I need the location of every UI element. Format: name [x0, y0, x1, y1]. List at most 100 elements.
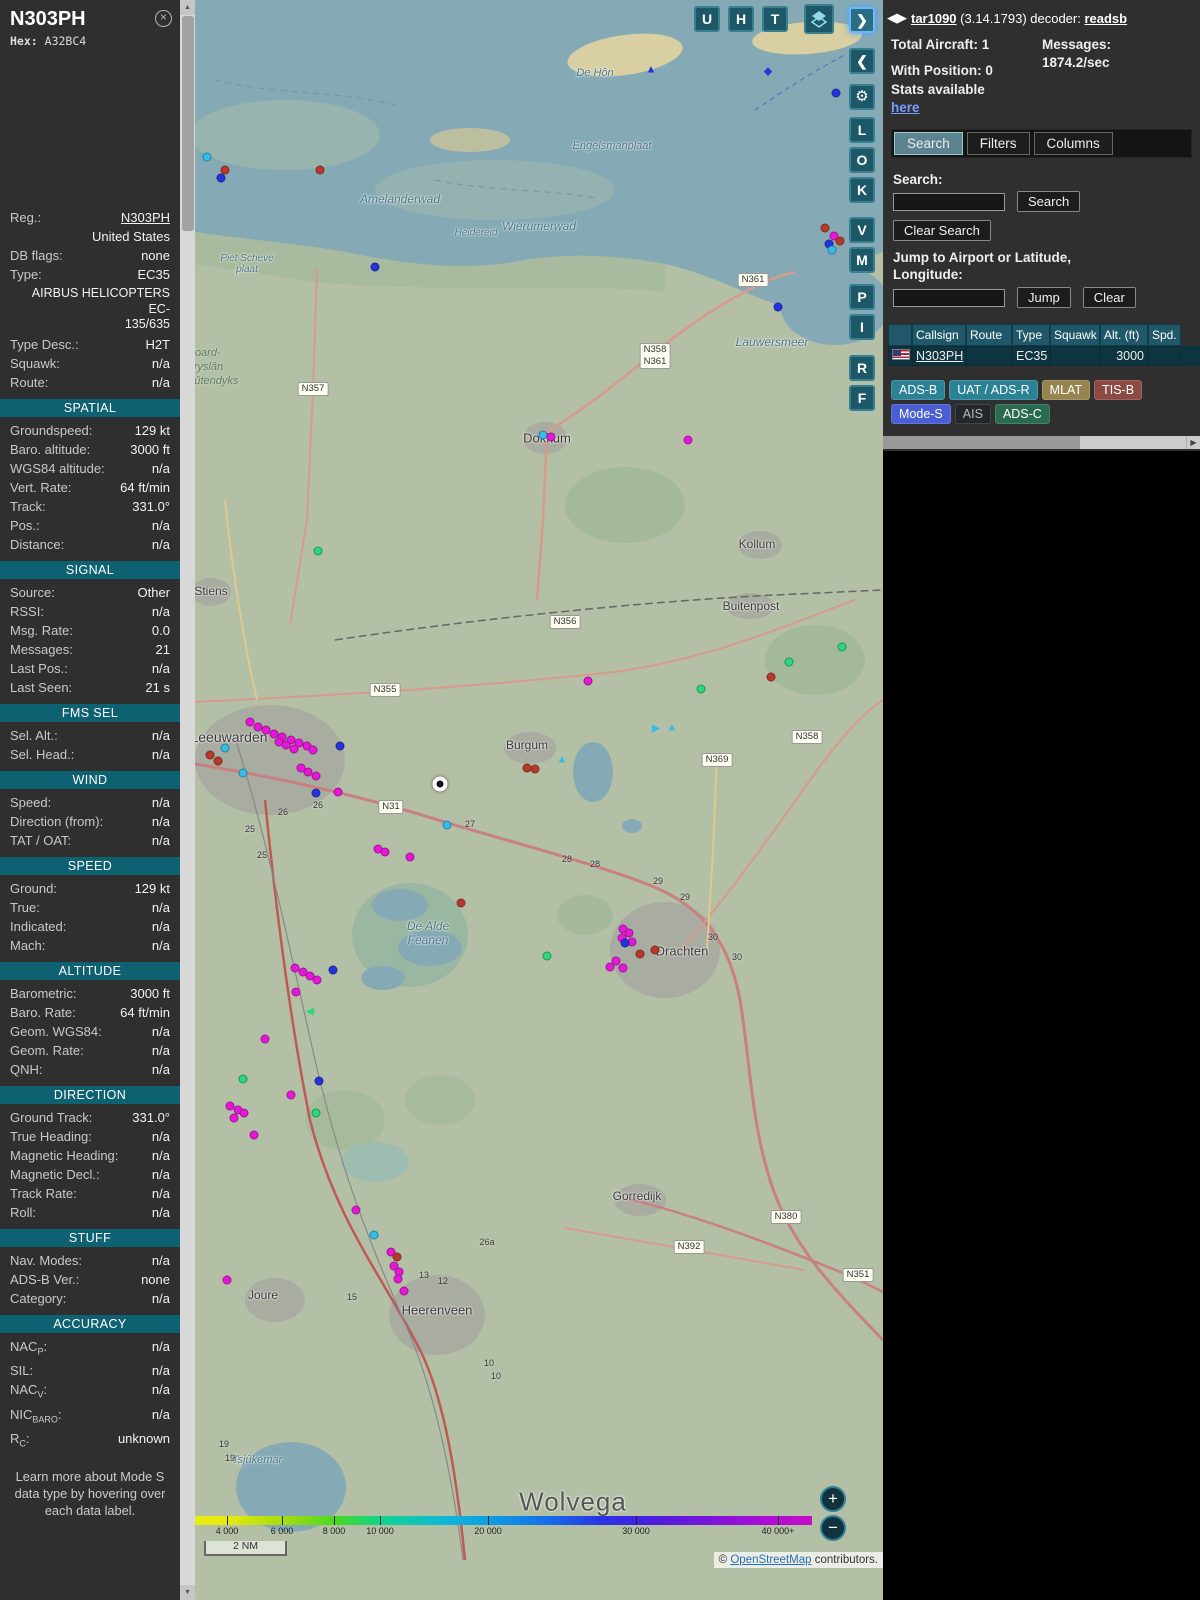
column-header-spd[interactable]: Spd.: [1148, 324, 1181, 346]
stats-here-link[interactable]: here: [891, 99, 1042, 117]
column-header-squawk[interactable]: Squawk: [1050, 324, 1100, 346]
trail-dot[interactable]: [651, 946, 660, 955]
trail-dot[interactable]: [400, 1287, 409, 1296]
column-header-flag[interactable]: [888, 324, 912, 346]
trail-dot[interactable]: [828, 246, 837, 255]
info-value[interactable]: N303PH: [121, 208, 170, 227]
aircraft-marker[interactable]: ▲: [646, 65, 657, 76]
legend-adsc[interactable]: ADS-C: [995, 404, 1050, 424]
tab-columns[interactable]: Columns: [1034, 132, 1113, 155]
trail-dot[interactable]: [606, 963, 615, 972]
aircraft-marker[interactable]: ▶: [652, 724, 660, 735]
trail-dot[interactable]: [543, 952, 552, 961]
trail-dot[interactable]: [393, 1253, 402, 1262]
trail-dot[interactable]: [261, 1035, 270, 1044]
trail-dot[interactable]: [275, 738, 284, 747]
map-button-v[interactable]: V: [849, 217, 875, 243]
trail-dot[interactable]: [531, 765, 540, 774]
trail-dot[interactable]: [315, 1077, 324, 1086]
trail-dot[interactable]: [774, 303, 783, 312]
zoom-out-button[interactable]: −: [820, 1515, 846, 1541]
trail-dot[interactable]: [217, 174, 226, 183]
trail-dot[interactable]: [443, 821, 452, 830]
trail-dot[interactable]: [223, 1276, 232, 1285]
trail-dot[interactable]: [312, 1109, 321, 1118]
column-header-route[interactable]: Route: [966, 324, 1012, 346]
trail-dot[interactable]: [334, 788, 343, 797]
aircraft-marker[interactable]: ◆: [764, 67, 772, 78]
trail-dot[interactable]: [316, 166, 325, 175]
readsb-link[interactable]: readsb: [1084, 11, 1127, 26]
map-button-l[interactable]: L: [849, 117, 875, 143]
column-header-altft[interactable]: Alt. (ft): [1100, 324, 1148, 346]
hscroll-right-icon[interactable]: ▶: [1186, 436, 1200, 449]
trail-dot[interactable]: [240, 1109, 249, 1118]
callsign-link[interactable]: N303PH: [916, 349, 963, 363]
trail-dot[interactable]: [329, 966, 338, 975]
trail-dot[interactable]: [838, 643, 847, 652]
trail-dot[interactable]: [203, 153, 212, 162]
trail-dot[interactable]: [621, 939, 630, 948]
settings-gear-icon[interactable]: ⚙: [849, 84, 875, 110]
trail-dot[interactable]: [457, 899, 466, 908]
trail-dot[interactable]: [313, 976, 322, 985]
column-header-type[interactable]: Type: [1012, 324, 1050, 346]
trail-dot[interactable]: [619, 964, 628, 973]
map-button-t[interactable]: T: [762, 6, 788, 32]
trail-dot[interactable]: [406, 853, 415, 862]
trail-dot[interactable]: [697, 685, 706, 694]
legend-adsb[interactable]: ADS-B: [891, 380, 945, 400]
trail-dot[interactable]: [371, 263, 380, 272]
trail-dot[interactable]: [547, 433, 556, 442]
selected-aircraft-marker[interactable]: [433, 777, 448, 792]
table-row[interactable]: N303PHEC353000: [888, 346, 1200, 366]
trail-dot[interactable]: [767, 673, 776, 682]
tar1090-link[interactable]: tar1090: [911, 11, 957, 26]
trail-dot[interactable]: [314, 547, 323, 556]
scrollbar-up-icon[interactable]: ▲: [180, 0, 195, 15]
trail-dot[interactable]: [836, 237, 845, 246]
trail-dot[interactable]: [230, 1114, 239, 1123]
map[interactable]: LeeuwardenStiensDokkumKollumBuitenpostBu…: [195, 0, 883, 1600]
close-icon[interactable]: ×: [155, 10, 172, 27]
left-panel-scrollbar[interactable]: ▲ ▼: [180, 0, 195, 1600]
trail-dot[interactable]: [584, 677, 593, 686]
trail-dot[interactable]: [309, 746, 318, 755]
trail-dot[interactable]: [352, 1206, 361, 1215]
legend-mlat[interactable]: MLAT: [1042, 380, 1090, 400]
table-horizontal-scrollbar[interactable]: ▶: [883, 436, 1200, 449]
trail-dot[interactable]: [394, 1275, 403, 1284]
jump-input[interactable]: [893, 289, 1005, 307]
hscroll-thumb[interactable]: [883, 436, 1080, 449]
column-header-callsign[interactable]: Callsign: [912, 324, 966, 346]
trail-dot[interactable]: [785, 658, 794, 667]
aircraft-marker[interactable]: ▲: [557, 755, 568, 766]
trail-dot[interactable]: [336, 742, 345, 751]
trail-dot[interactable]: [312, 789, 321, 798]
trail-dot[interactable]: [287, 1091, 296, 1100]
aircraft-marker[interactable]: ◀: [306, 1007, 314, 1018]
trail-dot[interactable]: [239, 1075, 248, 1084]
trail-dot[interactable]: [370, 1231, 379, 1240]
layers-button[interactable]: [804, 4, 834, 34]
jump-clear-button[interactable]: Clear: [1083, 287, 1136, 308]
tab-search[interactable]: Search: [894, 132, 963, 155]
search-input[interactable]: [893, 193, 1005, 211]
trail-dot[interactable]: [821, 224, 830, 233]
map-button-p[interactable]: P: [849, 284, 875, 310]
expand-sidebar-button[interactable]: ❯: [849, 7, 875, 33]
trail-dot[interactable]: [312, 772, 321, 781]
map-button-r[interactable]: R: [849, 355, 875, 381]
clear-search-button[interactable]: Clear Search: [893, 220, 991, 241]
map-button-u[interactable]: U: [694, 6, 720, 32]
map-button-k[interactable]: K: [849, 177, 875, 203]
map-button-i[interactable]: I: [849, 314, 875, 340]
legend-modes[interactable]: Mode-S: [891, 404, 951, 424]
panel-nav-arrows-icon[interactable]: ◀▶: [887, 10, 907, 26]
map-button-o[interactable]: O: [849, 147, 875, 173]
scrollbar-thumb[interactable]: [182, 16, 194, 231]
legend-ais[interactable]: AIS: [955, 404, 991, 424]
map-button-f[interactable]: F: [849, 385, 875, 411]
map-button-h[interactable]: H: [728, 6, 754, 32]
trail-dot[interactable]: [832, 89, 841, 98]
